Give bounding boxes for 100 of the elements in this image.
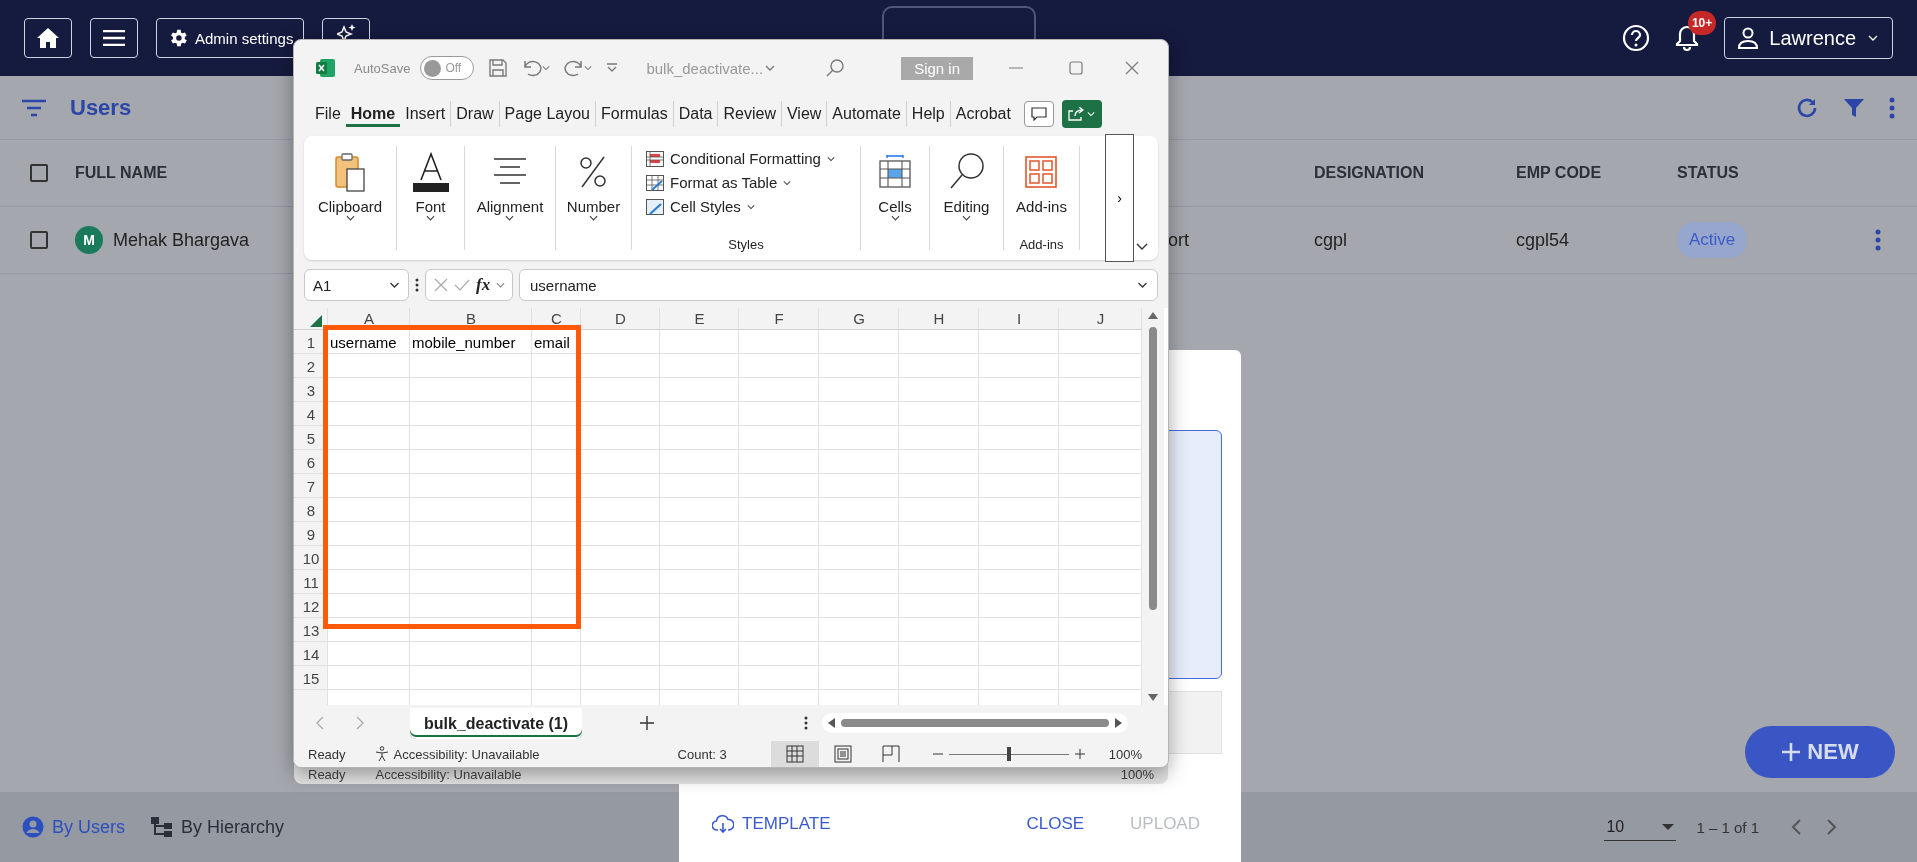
cell[interactable]: username [330, 333, 397, 351]
dialog-button[interactable]: CLOSE [1020, 808, 1091, 840]
row-header[interactable]: 5 [306, 429, 316, 447]
row-checkbox[interactable] [30, 231, 48, 249]
row-header[interactable]: 1 [306, 333, 316, 351]
select-all-checkbox[interactable] [30, 164, 48, 182]
row-header[interactable]: 15 [302, 669, 320, 687]
funnel-icon[interactable] [1843, 96, 1865, 119]
ribbon-tab[interactable]: File [310, 101, 346, 127]
dialog-button[interactable]: TEMPLATE [706, 808, 837, 840]
caret-icon [426, 215, 435, 221]
ribbon-tab[interactable]: Review [717, 101, 781, 127]
scroll-thumb[interactable] [1149, 327, 1157, 610]
next-sheet-icon[interactable] [356, 716, 364, 730]
cell[interactable]: email [534, 333, 570, 351]
column-header[interactable]: E [694, 310, 705, 327]
row-header[interactable]: 12 [302, 597, 320, 615]
row-header[interactable]: 2 [306, 357, 316, 375]
ribbon-button[interactable]: Font [412, 150, 449, 221]
scroll-thumb[interactable] [841, 719, 1110, 727]
row-header[interactable]: 7 [306, 477, 316, 495]
ribbon-button[interactable]: Number [566, 150, 621, 221]
ribbon-button[interactable]: Conditional Formatting [646, 150, 835, 167]
row-header[interactable]: 4 [306, 405, 316, 423]
comments-button[interactable] [1023, 101, 1054, 127]
ribbon-button[interactable]: Format as Table [646, 174, 792, 191]
filter-lines-icon[interactable] [22, 98, 46, 117]
ribbon-button[interactable]: Add-ins [1016, 150, 1067, 215]
column-header[interactable]: J [1096, 310, 1105, 327]
column-header[interactable]: B [466, 310, 476, 327]
select-all-corner-icon[interactable] [310, 314, 322, 327]
column-header[interactable]: H [933, 310, 945, 327]
formula-field[interactable]: username [519, 269, 1158, 301]
caret-icon [542, 65, 551, 71]
ribbon-overflow-button[interactable]: › [1105, 134, 1134, 262]
close-icon[interactable] [1125, 61, 1139, 75]
ribbon-tab[interactable]: View [780, 101, 827, 127]
next-page-icon[interactable] [1827, 819, 1837, 835]
ribbon-tab[interactable]: Insert [400, 101, 451, 127]
group-by-tab[interactable]: By Hierarchy [151, 816, 285, 838]
ribbon-tab[interactable]: Data [672, 101, 718, 127]
help-icon[interactable] [1622, 24, 1651, 52]
ribbon-button[interactable]: Cells [878, 150, 912, 221]
row-header[interactable]: 8 [306, 501, 316, 519]
more-vertical-icon[interactable] [415, 278, 419, 292]
row-header[interactable]: 11 [303, 573, 319, 591]
user-menu-button[interactable]: Lawrence [1724, 17, 1893, 59]
ribbon-tab[interactable]: Page Layou [498, 101, 595, 127]
name-box[interactable]: A1 [304, 269, 409, 301]
insert-function-button[interactable]: fx [476, 275, 491, 295]
row-header[interactable]: 6 [306, 453, 316, 471]
row-header[interactable]: 9 [306, 525, 316, 543]
column-header[interactable]: D [615, 310, 626, 327]
zoom-in-icon[interactable] [1074, 749, 1085, 759]
search-icon[interactable] [825, 58, 846, 78]
column-header[interactable]: I [1016, 310, 1022, 327]
ribbon-tab[interactable]: Formulas [595, 101, 673, 127]
previous-sheet-icon[interactable] [316, 716, 324, 730]
ribbon-tab[interactable]: Home [345, 101, 401, 127]
redo-icon[interactable] [564, 59, 585, 77]
sheet-tab[interactable]: bulk_deactivate (1) [410, 707, 583, 739]
row-header[interactable]: 14 [302, 645, 320, 663]
table-cell: ort [1168, 229, 1189, 251]
check-icon [454, 279, 470, 291]
maximize-icon[interactable] [1069, 61, 1083, 75]
accessibility-icon[interactable] [373, 746, 390, 762]
row-header[interactable]: 10 [302, 549, 320, 567]
undo-icon[interactable] [522, 59, 543, 77]
caret-icon [505, 215, 515, 221]
ribbon-tab[interactable]: Draw [450, 101, 499, 127]
save-icon[interactable] [488, 58, 509, 78]
column-header: DESIGNATION [1314, 164, 1424, 182]
add-sheet-icon[interactable] [640, 716, 655, 730]
ribbon-tab[interactable]: Help [905, 101, 950, 127]
previous-page-icon[interactable] [1791, 819, 1801, 835]
menu-button[interactable] [90, 18, 138, 58]
ribbon-button[interactable]: Alignment [476, 150, 544, 221]
view-button[interactable] [770, 741, 819, 767]
share-button[interactable] [1061, 100, 1102, 128]
column-header[interactable]: A [364, 310, 374, 327]
horizontal-scrollbar[interactable] [822, 713, 1129, 733]
row-header[interactable]: 3 [306, 381, 316, 399]
table-format-icon [646, 174, 664, 191]
collapse-ribbon-icon[interactable] [1136, 243, 1148, 250]
column-header[interactable]: C [551, 310, 562, 327]
home-button[interactable] [24, 18, 72, 58]
ribbon-button[interactable]: Clipboard [317, 150, 383, 221]
column-header[interactable]: G [853, 310, 865, 327]
ribbon-button[interactable]: Editing [943, 150, 990, 221]
cell[interactable]: mobile_number [412, 333, 516, 351]
ribbon-tab[interactable]: Automate [826, 101, 906, 127]
row-header[interactable]: 13 [302, 621, 320, 639]
zoom-slider-thumb[interactable] [1006, 747, 1011, 761]
more-vertical-icon[interactable] [804, 716, 809, 730]
ribbon-tab[interactable]: Acrobat [949, 101, 1016, 127]
new-button[interactable]: NEW [1745, 726, 1895, 778]
page-size-select[interactable]: 10 [1604, 813, 1677, 841]
ribbon-button[interactable]: Cell Styles [646, 198, 755, 215]
column-header[interactable]: F [774, 310, 784, 327]
customize-icon[interactable] [606, 63, 619, 73]
